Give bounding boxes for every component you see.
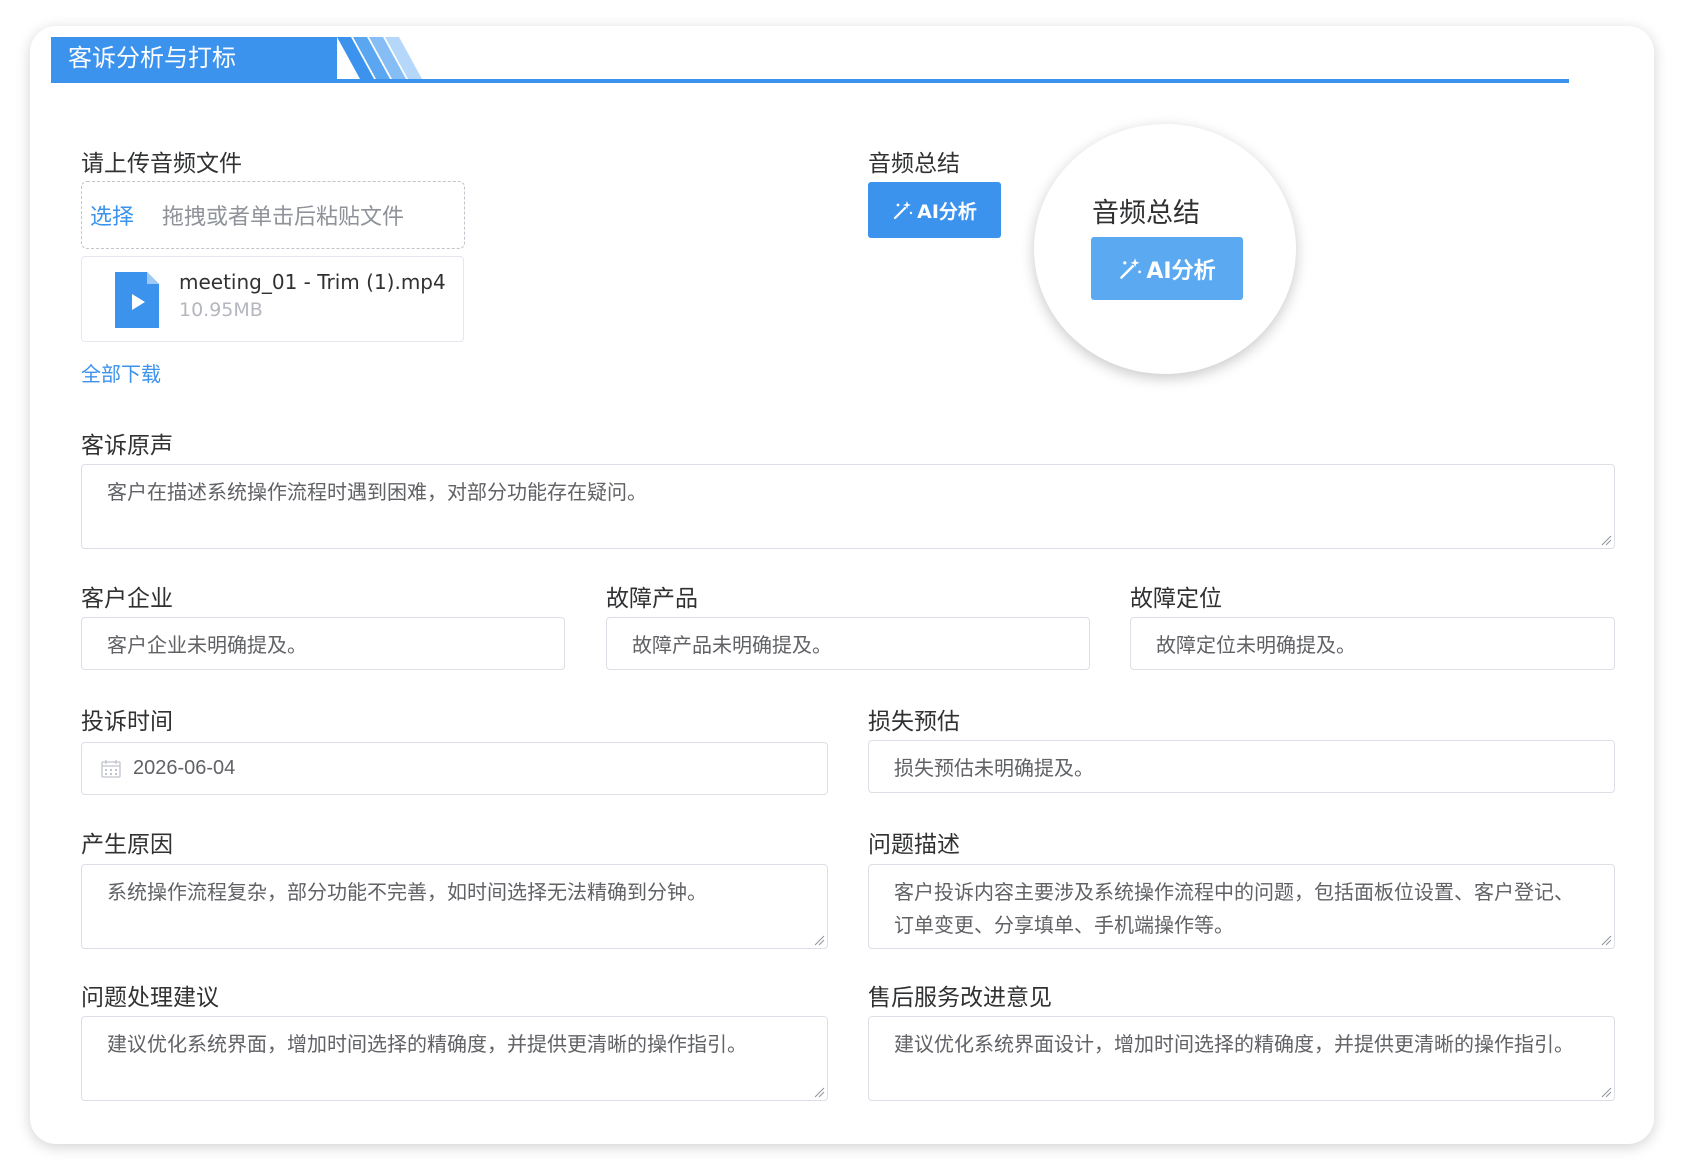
handling-textarea[interactable]: 建议优化系统界面，增加时间选择的精确度，并提供更清晰的操作指引。	[81, 1016, 828, 1101]
fault-location-label: 故障定位	[1130, 586, 1222, 612]
upload-label: 请上传音频文件	[81, 151, 242, 177]
magic-wand-icon	[894, 201, 913, 220]
complaint-voice-label: 客诉原声	[81, 433, 173, 459]
handling-value: 建议优化系统界面，增加时间选择的精确度，并提供更清晰的操作指引。	[107, 1032, 747, 1056]
zoom-audio-summary-label: 音频总结	[1092, 198, 1200, 229]
complaint-voice-textarea[interactable]: 客户在描述系统操作流程时遇到困难，对部分功能存在疑问。	[81, 464, 1615, 549]
zoom-callout: 音频总结 AI分析	[1034, 124, 1296, 374]
calendar-icon	[101, 759, 121, 778]
select-file-button[interactable]: 选择	[90, 199, 134, 231]
customer-company-input[interactable]: 客户企业未明确提及。	[81, 617, 565, 670]
video-file-icon	[115, 272, 159, 328]
section-header: 客诉分析与打标	[51, 37, 1569, 83]
zoom-magic-wand-icon	[1120, 258, 1142, 279]
fault-location-input[interactable]: 故障定位未明确提及。	[1130, 617, 1615, 670]
uploaded-file-card[interactable]: meeting_01 - Trim (1).mp4 10.95MB	[81, 256, 464, 342]
resize-handle-icon[interactable]	[1600, 934, 1612, 946]
handling-label: 问题处理建议	[81, 985, 219, 1011]
header-stripes-decoration	[337, 37, 422, 79]
fault-product-input[interactable]: 故障产品未明确提及。	[606, 617, 1090, 670]
cause-textarea[interactable]: 系统操作流程复杂，部分功能不完善，如时间选择无法精确到分钟。	[81, 864, 828, 949]
resize-handle-icon[interactable]	[1600, 1086, 1612, 1098]
audio-summary-label: 音频总结	[868, 151, 960, 177]
improvement-label: 售后服务改进意见	[868, 985, 1052, 1011]
file-size: 10.95MB	[179, 299, 263, 321]
fault-product-value: 故障产品未明确提及。	[632, 633, 832, 657]
improvement-textarea[interactable]: 建议优化系统界面设计，增加时间选择的精确度，并提供更清晰的操作指引。	[868, 1016, 1615, 1101]
customer-company-value: 客户企业未明确提及。	[107, 633, 307, 657]
complaint-time-value: 2026-06-04	[133, 757, 236, 779]
resize-handle-icon[interactable]	[813, 934, 825, 946]
description-label: 问题描述	[868, 832, 960, 858]
ai-analysis-label: AI分析	[917, 200, 977, 223]
ai-analysis-button[interactable]: AI分析	[868, 182, 1001, 238]
resize-handle-icon[interactable]	[1600, 534, 1612, 546]
description-textarea[interactable]: 客户投诉内容主要涉及系统操作流程中的问题，包括面板位设置、客户登记、订单变更、分…	[868, 864, 1615, 949]
resize-handle-icon[interactable]	[813, 1086, 825, 1098]
customer-company-label: 客户企业	[81, 586, 173, 612]
fault-product-label: 故障产品	[606, 586, 698, 612]
complaint-time-label: 投诉时间	[81, 709, 173, 735]
improvement-value: 建议优化系统界面设计，增加时间选择的精确度，并提供更清晰的操作指引。	[894, 1032, 1574, 1056]
fault-location-value: 故障定位未明确提及。	[1156, 633, 1356, 657]
upload-hint: 拖拽或者单击后粘贴文件	[162, 205, 405, 230]
loss-estimate-input[interactable]: 损失预估未明确提及。	[868, 740, 1615, 793]
complaint-voice-value: 客户在描述系统操作流程时遇到困难，对部分功能存在疑问。	[107, 480, 647, 504]
cause-label: 产生原因	[81, 832, 173, 858]
description-value: 客户投诉内容主要涉及系统操作流程中的问题，包括面板位设置、客户登记、订单变更、分…	[894, 880, 1574, 937]
zoom-ai-analysis-button[interactable]: AI分析	[1091, 237, 1243, 300]
loss-estimate-label: 损失预估	[868, 709, 960, 735]
download-all-link[interactable]: 全部下载	[81, 358, 161, 387]
upload-dropzone[interactable]: 选择 拖拽或者单击后粘贴文件	[81, 181, 465, 249]
loss-estimate-value: 损失预估未明确提及。	[894, 756, 1094, 780]
zoom-ai-analysis-label: AI分析	[1146, 258, 1216, 284]
complaint-time-datepicker[interactable]: 2026-06-04	[81, 742, 828, 795]
cause-value: 系统操作流程复杂，部分功能不完善，如时间选择无法精确到分钟。	[107, 880, 707, 904]
file-name: meeting_01 - Trim (1).mp4	[179, 270, 446, 294]
